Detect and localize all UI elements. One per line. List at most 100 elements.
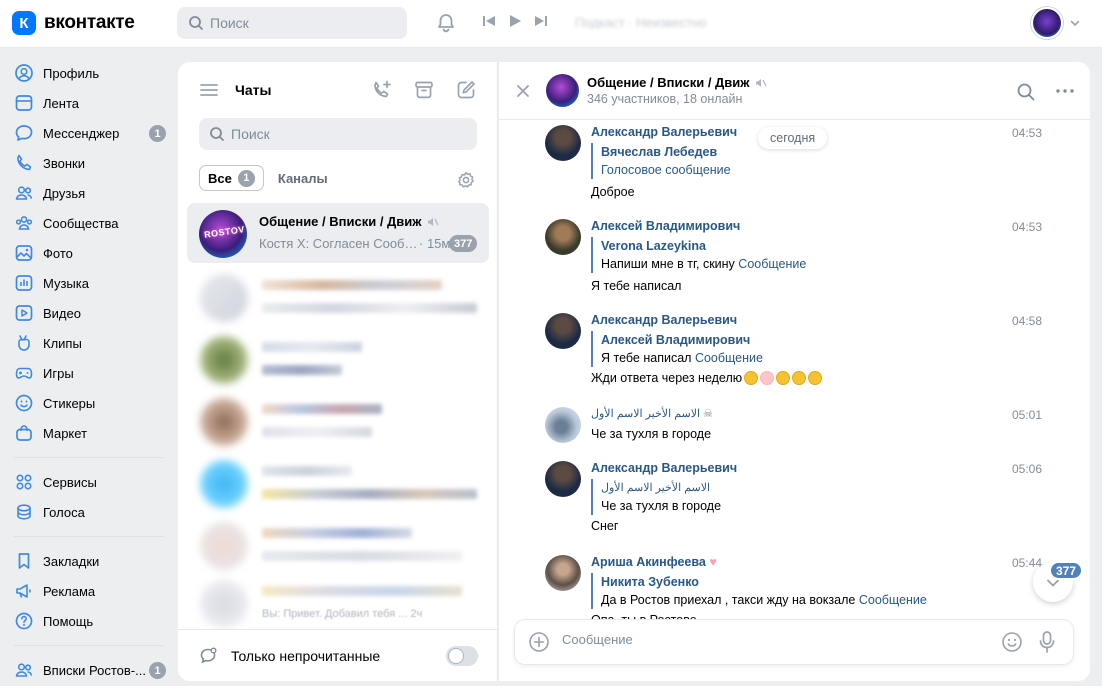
participants-count: 346 участников, 18 онлайн [587,92,743,106]
nav-item-communities[interactable]: Сообщества [0,208,170,238]
message-history: сегодня Александр Валерьевич 04:53 Вячес… [499,121,1090,621]
blurred-title [262,586,462,596]
unread-badge: 1 [149,125,166,142]
nav-label: Сервисы [43,474,97,490]
global-search[interactable] [177,7,407,39]
author-avatar[interactable] [545,125,581,161]
nav-item-music[interactable]: Музыка [0,268,170,298]
nav-item-friends[interactable]: Друзья [0,178,170,208]
compose-icon[interactable] [455,79,477,101]
blurred-preview [262,427,372,437]
menu-icon[interactable] [200,82,218,98]
message-text-line: Жди ответа через неделю [591,371,823,385]
left-nav: Профиль Лента Мессенджер 1 Звонки Друзья … [0,58,170,685]
photo-icon [14,243,34,263]
tab-label: Каналы [277,170,328,186]
author-avatar[interactable] [545,407,581,443]
reply-quote[interactable]: Verona Lazeykina Напиши мне в тг, скину … [591,237,806,273]
chat-search-input[interactable] [231,126,461,142]
quote-attachment-link[interactable]: Сообщение [738,257,806,271]
nav-label: Закладки [43,553,100,569]
reply-quote[interactable]: Никита Зубенко Да в Ростов приехал , так… [591,573,927,609]
chat-search[interactable] [199,118,477,150]
conversation-title[interactable]: Общение / Вписки / Движ [587,75,767,90]
chat-bubble-icon [200,647,217,664]
nav-item-messenger[interactable]: Мессенджер 1 [0,118,170,148]
author-name[interactable]: Александр Валерьевич [591,461,737,475]
next-track-icon[interactable] [534,14,548,28]
rofl-emoji-icon [792,371,807,385]
nav-label: Игры [43,365,74,381]
quote-attachment-link[interactable]: Сообщение [695,351,763,365]
chat-item-active[interactable]: ROSTOV Общение / Вписки / Движ Костя Х: … [187,203,489,263]
chat-title: Общение / Вписки / Движ [259,214,439,229]
chat-preview: Костя Х: Согласен Сообщение [259,236,419,251]
author-name[interactable]: Александр Валерьевич [591,313,737,327]
chat-item-blurred[interactable] [190,330,490,390]
quote-attachment-link[interactable]: Сообщение [859,593,927,607]
nav-item-stickers[interactable]: Стикеры [0,388,170,418]
author-avatar[interactable] [545,461,581,497]
reply-quote[interactable]: Вячеслав Лебедев Голосовое сообщение [591,143,731,179]
unread-only-toggle[interactable] [446,646,478,666]
attach-plus-icon[interactable] [528,631,550,653]
chat-item-blurred[interactable] [190,392,490,452]
message-input[interactable] [562,632,982,647]
chat-item-blurred[interactable] [190,268,490,328]
previous-track-icon[interactable] [482,14,496,28]
author-avatar[interactable] [545,555,581,591]
nav-label: Голоса [43,504,85,520]
reply-quote[interactable]: Алексей Владимирович Я тебе написал Сооб… [591,331,763,367]
emoji-smile-icon[interactable] [1001,631,1023,653]
nav-label: Видео [43,305,81,321]
play-icon[interactable] [508,14,522,28]
vk-logo[interactable]: К вконтакте [12,11,135,35]
add-call-icon[interactable] [371,79,393,101]
microphone-icon[interactable] [1037,630,1057,654]
nav-label: Мессенджер [43,125,120,141]
chat-item-blurred[interactable]: Вы: Привет. Добавил тебя ... 2ч [190,574,490,628]
tab-channels[interactable]: Каналы [270,165,336,191]
reply-quote[interactable]: الاسم الأخير الاسم الأول Че за тухля в г… [591,479,721,515]
chat-item-blurred[interactable] [190,454,490,514]
conversation-avatar[interactable] [546,74,579,107]
friends-icon [14,183,34,203]
nav-item-votes[interactable]: Голоса [0,497,170,527]
clips-icon [14,333,34,353]
chevron-down-icon[interactable] [1069,17,1081,29]
nav-item-photos[interactable]: Фото [0,238,170,268]
message-time: 04:58 [1011,314,1042,328]
search-icon [189,16,203,30]
author-avatar[interactable] [545,313,581,349]
search-icon[interactable] [1016,82,1036,102]
blurred-preview [262,489,477,499]
nav-item-clips[interactable]: Клипы [0,328,170,358]
tab-all[interactable]: Все 1 [199,165,264,191]
blurred-title [262,280,442,290]
nav-item-bookmarks[interactable]: Закладки [0,546,170,576]
author-name[interactable]: Ариша Акинфеева ♥ [591,555,717,569]
nav-item-feed[interactable]: Лента [0,88,170,118]
nav-item-profile[interactable]: Профиль [0,58,170,88]
author-name[interactable]: الاسم الأخير الاسم الأول ☠ [591,407,713,420]
author-avatar[interactable] [545,219,581,255]
services-grid-icon [14,472,34,492]
chat-item-blurred[interactable] [190,516,490,576]
nav-item-ads[interactable]: Реклама [0,576,170,606]
more-icon[interactable] [1056,89,1074,93]
global-search-input[interactable] [210,15,390,31]
author-name[interactable]: Александр Валерьевич [591,125,737,139]
close-icon[interactable] [516,84,530,98]
nav-item-market[interactable]: Маркет [0,418,170,448]
author-name[interactable]: Алексей Владимирович [591,219,740,233]
gear-icon[interactable] [456,170,476,190]
nav-item-games[interactable]: Игры [0,358,170,388]
nav-item-help[interactable]: Помощь [0,606,170,636]
nav-item-calls[interactable]: Звонки [0,148,170,178]
nav-item-group[interactable]: Вписки Ростов-... 1 [0,655,170,685]
nav-item-services[interactable]: Сервисы [0,467,170,497]
nav-item-video[interactable]: Видео [0,298,170,328]
archive-icon[interactable] [413,79,435,101]
notifications-bell-icon[interactable] [435,12,457,34]
user-avatar[interactable] [1031,7,1063,39]
